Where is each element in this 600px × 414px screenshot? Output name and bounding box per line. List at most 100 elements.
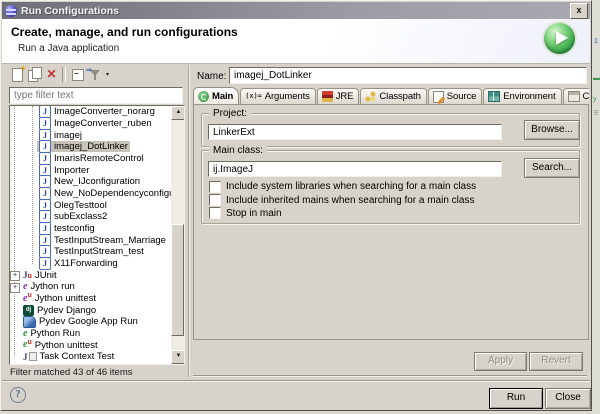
- search-button[interactable]: Search...: [524, 158, 580, 178]
- checkbox-row[interactable]: Stop in main: [209, 207, 476, 220]
- tree-item-content: JNew_IJconfiguration: [37, 176, 142, 187]
- tab-common[interactable]: Common: [563, 88, 589, 104]
- tree-item-label: Jython unittest: [35, 293, 96, 304]
- tree-item-label: TestInputStream_Marriage: [54, 235, 166, 246]
- tree-item[interactable]: JImageConverter_norarg: [10, 106, 171, 118]
- tree-item[interactable]: Jtestconfig: [10, 223, 171, 235]
- tab-label: Common: [583, 91, 589, 102]
- tree-item[interactable]: +eJython run: [10, 281, 171, 293]
- collapse-all-icon[interactable]: −: [70, 66, 87, 83]
- tree-item[interactable]: Jimagej: [10, 129, 171, 141]
- footer-separator: [2, 380, 590, 381]
- tree-item-label: Importer: [54, 165, 89, 176]
- tab-label: Source: [447, 91, 477, 102]
- tree-item-label: JUnit: [35, 270, 57, 281]
- checkbox[interactable]: [209, 194, 221, 206]
- scroll-down-arrow[interactable]: ▼: [171, 350, 185, 364]
- tab-environment[interactable]: Environment: [483, 88, 561, 104]
- filter-configurations-icon[interactable]: ⇒: [87, 66, 104, 83]
- expand-plus-icon[interactable]: +: [10, 283, 20, 293]
- tree-item[interactable]: JTask Context Test: [10, 351, 171, 363]
- configurations-tree[interactable]: JImageConverter_norargJImageConverter_ru…: [9, 105, 185, 365]
- tree-item-label: Pydev Google App Run: [39, 316, 138, 327]
- tree-item-content: Jtestconfig: [37, 223, 97, 234]
- project-group-label: Project:: [209, 108, 251, 119]
- tree-item[interactable]: JX11Forwarding: [10, 258, 171, 270]
- tree-item[interactable]: JImageConverter_ruben: [10, 118, 171, 130]
- tree-item-label: ImageConverter_ruben: [54, 118, 152, 129]
- tab-source[interactable]: Source: [428, 88, 483, 104]
- filter-status-text: Filter matched 43 of 46 items: [10, 367, 133, 378]
- tree-item-content: Jimagej_DotLinker: [37, 141, 130, 152]
- tree-item[interactable]: ePython Run: [10, 328, 171, 340]
- main-class-input[interactable]: [208, 161, 502, 177]
- close-button[interactable]: Close: [545, 388, 591, 409]
- tree-item-content: JImarisRemoteControl: [37, 153, 146, 164]
- tree-item-content: JImageConverter_ruben: [37, 118, 154, 129]
- tree-item[interactable]: +JuJUnit: [10, 269, 171, 281]
- tab-classpath[interactable]: Classpath: [360, 88, 426, 104]
- configurations-toolbar: ✕ − ⇒ ▾: [9, 65, 109, 84]
- source-tab-icon: [433, 91, 444, 103]
- checkbox-label: Include inherited mains when searching f…: [226, 195, 474, 206]
- new-configuration-icon[interactable]: [9, 66, 26, 83]
- tree-item-content: JNew_NoDependencyconfiguration: [37, 188, 185, 199]
- expand-plus-icon[interactable]: +: [10, 271, 20, 281]
- tree-item[interactable]: euJython unittest: [10, 293, 171, 305]
- checkbox-row[interactable]: Include inherited mains when searching f…: [209, 193, 476, 206]
- tree-item[interactable]: djPydev Django: [10, 304, 171, 316]
- python-run-icon: e: [23, 329, 27, 339]
- tree-item[interactable]: JOlegTesttool: [10, 199, 171, 211]
- tree-scrollbar[interactable]: ▲ ▼: [171, 106, 184, 364]
- java-app-icon: J: [39, 257, 51, 270]
- tree-item[interactable]: JsubExclass2: [10, 211, 171, 223]
- delete-configuration-icon[interactable]: ✕: [43, 66, 60, 83]
- tree-item-content: JTask Context Test: [21, 351, 116, 362]
- name-input[interactable]: [229, 67, 587, 84]
- revert-button[interactable]: Revert: [529, 352, 583, 371]
- filter-input[interactable]: [9, 87, 183, 104]
- tab-main[interactable]: Main: [193, 87, 239, 104]
- tree-item-label: subExclass2: [54, 211, 107, 222]
- run-button[interactable]: Run: [489, 388, 543, 409]
- tree-item-selected[interactable]: Jimagej_DotLinker: [10, 141, 171, 153]
- tab-arguments[interactable]: (x)=Arguments: [240, 88, 316, 104]
- tree-item[interactable]: JNew_NoDependencyconfiguration: [10, 188, 171, 200]
- banner-subtitle: Run a Java application: [18, 43, 119, 54]
- tree-item[interactable]: JImporter: [10, 164, 171, 176]
- scrollbar-thumb[interactable]: [171, 224, 184, 336]
- project-input[interactable]: [208, 124, 502, 140]
- scroll-up-arrow[interactable]: ▲: [171, 106, 185, 120]
- tree-item[interactable]: Pydev Google App Run: [10, 316, 171, 328]
- tree-item-content: JImageConverter_norarg: [37, 106, 157, 117]
- dialog-header-banner: Create, manage, and run configurations R…: [2, 19, 590, 64]
- tree-item[interactable]: JTestInputStream_test: [10, 246, 171, 258]
- filter-menu-caret-icon[interactable]: ▾: [106, 71, 109, 78]
- background-fragment: 1: [594, 38, 598, 45]
- tree-item[interactable]: JNew_IJconfiguration: [10, 176, 171, 188]
- duplicate-configuration-icon[interactable]: [26, 66, 43, 83]
- panel-bottom-divider: [193, 375, 587, 376]
- checkbox[interactable]: [209, 207, 221, 219]
- help-button[interactable]: ?: [10, 387, 26, 403]
- panel-sash[interactable]: [188, 65, 190, 377]
- tree-item-content: ePython Run: [21, 328, 82, 339]
- tree-item-label: Task Context Test: [40, 351, 115, 362]
- tab-jre[interactable]: JRE: [317, 88, 360, 104]
- run-launch-icon: [544, 23, 575, 54]
- jython-unittest-icon: eu: [23, 294, 32, 304]
- tree-item-label: New_IJconfiguration: [54, 176, 140, 187]
- checkbox[interactable]: [209, 181, 221, 193]
- apply-button[interactable]: Apply: [474, 352, 527, 371]
- browse-button[interactable]: Browse...: [524, 120, 580, 140]
- tree-item[interactable]: euPython unittest: [10, 339, 171, 351]
- checkbox-row[interactable]: Include system libraries when searching …: [209, 180, 476, 193]
- tree-item-content: euJython unittest: [21, 293, 98, 304]
- checkbox-label: Stop in main: [226, 208, 282, 219]
- tree-item[interactable]: JTestInputStream_Marriage: [10, 234, 171, 246]
- close-window-button[interactable]: x: [570, 3, 588, 19]
- tree-item[interactable]: JImarisRemoteControl: [10, 153, 171, 165]
- main-class-group: Main class: Search... Include system lib…: [201, 150, 580, 224]
- tab-label: Arguments: [265, 91, 310, 102]
- title-bar[interactable]: Run Configurations x: [2, 2, 590, 19]
